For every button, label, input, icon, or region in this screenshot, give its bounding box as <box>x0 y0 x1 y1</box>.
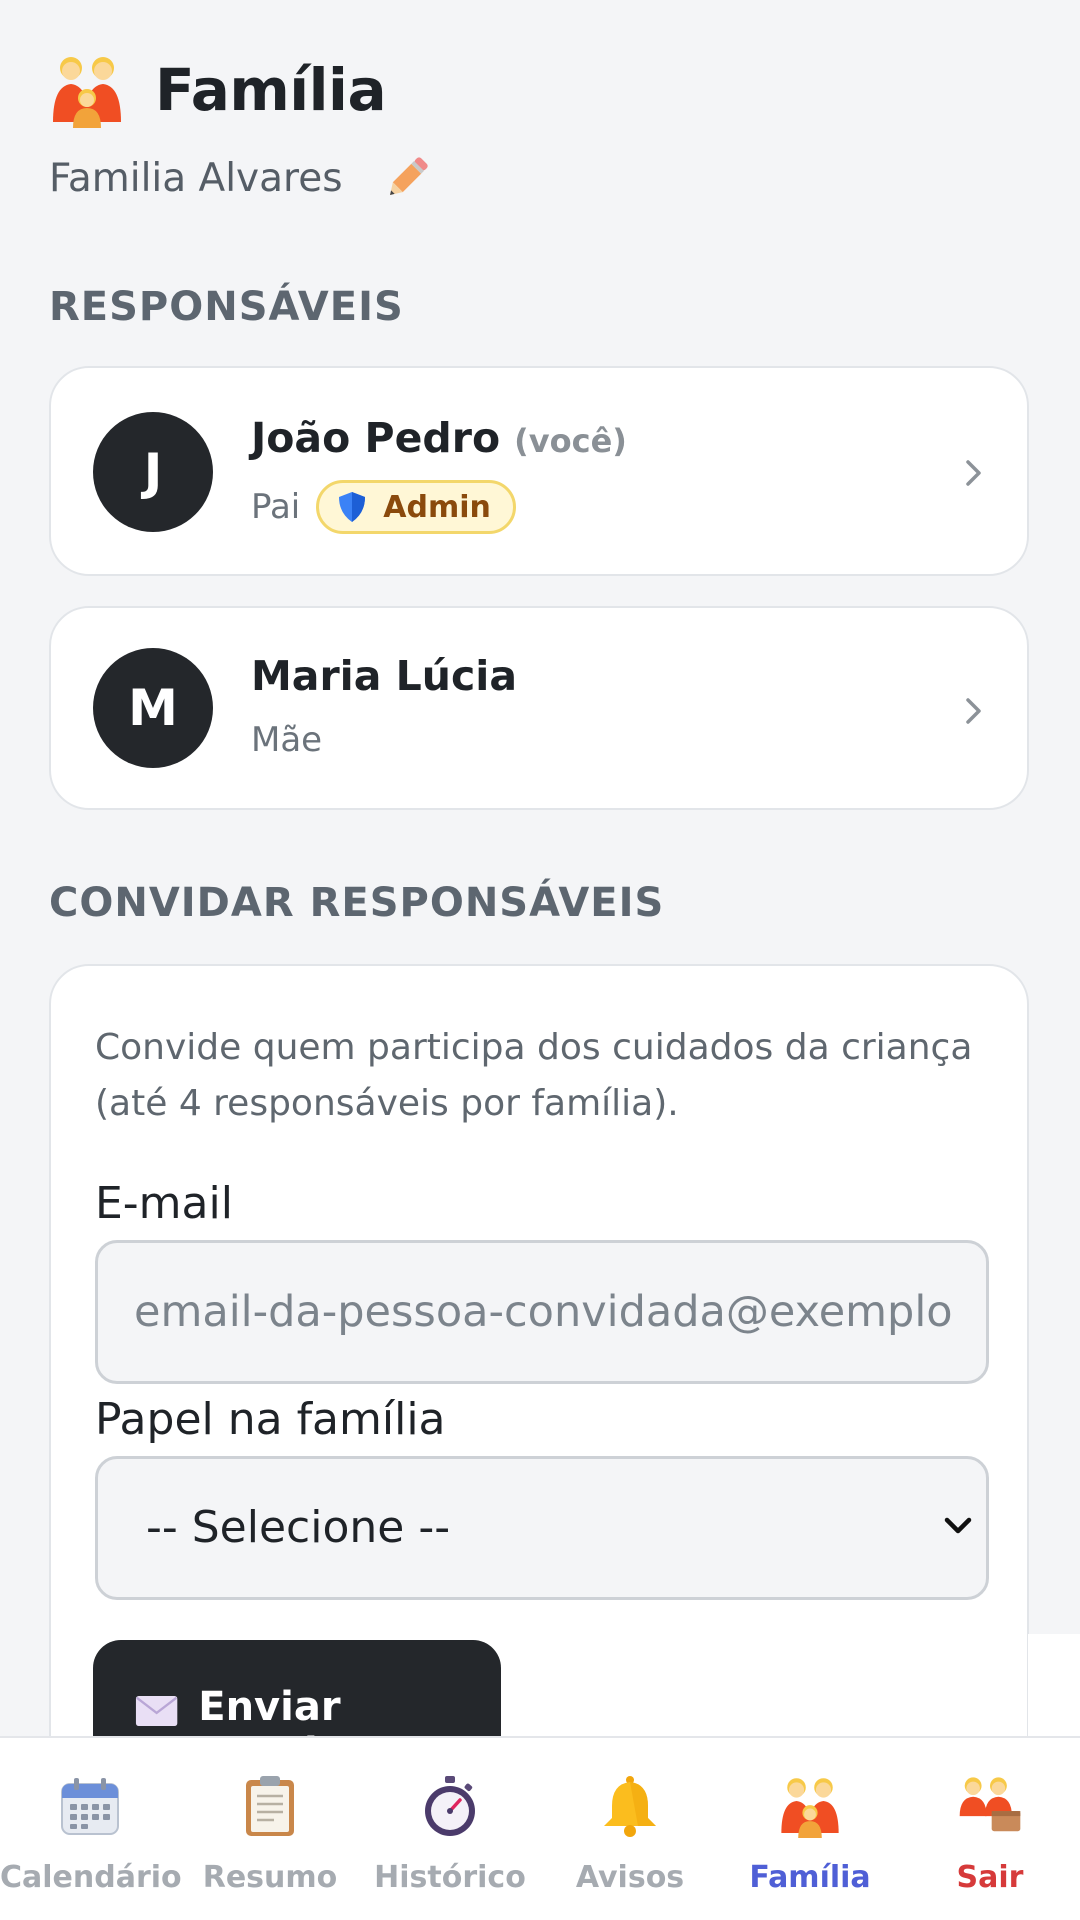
nav-item-familia[interactable]: Família <box>720 1774 900 1904</box>
chevron-right-icon <box>966 698 981 724</box>
bell-icon <box>604 1776 656 1837</box>
nav-item-resumo[interactable]: Resumo <box>180 1774 360 1904</box>
pencil-icon[interactable] <box>381 152 433 204</box>
family-page: Família Familia Alvares RESPONSÁVEIS J J… <box>0 0 1080 1920</box>
nav-item-calendario[interactable]: Calendário <box>0 1774 182 1904</box>
nav-label-avisos: Avisos <box>575 1860 685 1895</box>
invite-card: Convide quem participa dos cuidados da c… <box>49 964 1029 1736</box>
page-content: Família Familia Alvares RESPONSÁVEIS J J… <box>0 0 1080 1736</box>
member-card[interactable]: J João Pedro (você) Pai Admin <box>49 366 1029 576</box>
chevron-down-icon <box>944 1517 972 1534</box>
family-name-row: Familia Alvares <box>49 148 433 208</box>
chevron-right-icon <box>966 460 981 486</box>
nav-label-sair: Sair <box>956 1860 1024 1895</box>
avatar: M <box>93 648 213 768</box>
nav-label-familia: Família <box>749 1860 871 1895</box>
section-title-convidar: CONVIDAR RESPONSÁVEIS <box>49 880 665 926</box>
nav-item-historico[interactable]: Histórico <box>360 1774 540 1904</box>
send-invite-button[interactable]: Enviar convite <box>93 1640 501 1736</box>
calendar-icon <box>61 1778 119 1835</box>
nav-item-sair[interactable]: Sair <box>900 1774 1080 1904</box>
member-name: Maria Lúcia <box>251 652 518 700</box>
avatar: J <box>93 412 213 532</box>
family-exit-icon <box>959 1777 1021 1832</box>
bottom-nav: Calendário Resumo Histórico Avisos Famíl… <box>0 1736 1080 1920</box>
member-name-line: Maria Lúcia <box>251 652 517 700</box>
send-invite-label: Enviar convite <box>198 1684 364 1736</box>
family-icon <box>53 57 121 128</box>
family-icon <box>781 1778 839 1838</box>
member-role-line: Pai Admin <box>251 480 516 534</box>
admin-badge-label: Admin <box>383 489 491 525</box>
shield-icon <box>339 492 366 522</box>
member-role: Pai <box>251 487 301 527</box>
role-select[interactable]: -- Selecione -- <box>95 1456 989 1600</box>
nav-label-historico: Histórico <box>374 1860 526 1895</box>
family-name: Familia Alvares <box>49 155 343 201</box>
section-title-responsaveis: RESPONSÁVEIS <box>49 284 404 330</box>
invite-description: Convide quem participa dos cuidados da c… <box>95 1027 973 1124</box>
member-you-label: (você) <box>514 422 627 460</box>
nav-label-calendario: Calendário <box>0 1860 182 1895</box>
email-field[interactable] <box>95 1240 989 1384</box>
role-label: Papel na família <box>95 1394 446 1445</box>
nav-item-avisos[interactable]: Avisos <box>540 1774 720 1904</box>
member-role-line: Mãe <box>251 720 322 760</box>
stopwatch-icon <box>425 1776 475 1836</box>
nav-label-resumo: Resumo <box>202 1860 338 1895</box>
member-name: João Pedro <box>251 414 501 462</box>
admin-badge: Admin <box>316 480 516 534</box>
white-strip <box>1028 1634 1080 1736</box>
avatar-initial: M <box>128 679 178 737</box>
avatar-initial: J <box>143 443 163 501</box>
envelope-icon <box>135 1695 178 1727</box>
email-label: E-mail <box>95 1178 233 1229</box>
page-header: Família <box>49 52 387 128</box>
clipboard-icon <box>246 1776 294 1836</box>
page-title: Família <box>155 56 387 124</box>
member-name-line: João Pedro (você) <box>251 414 627 462</box>
email-input[interactable] <box>134 1243 954 1381</box>
member-card[interactable]: M Maria Lúcia Mãe <box>49 606 1029 810</box>
role-select-value: -- Selecione -- <box>146 1502 451 1553</box>
member-role: Mãe <box>251 720 323 760</box>
